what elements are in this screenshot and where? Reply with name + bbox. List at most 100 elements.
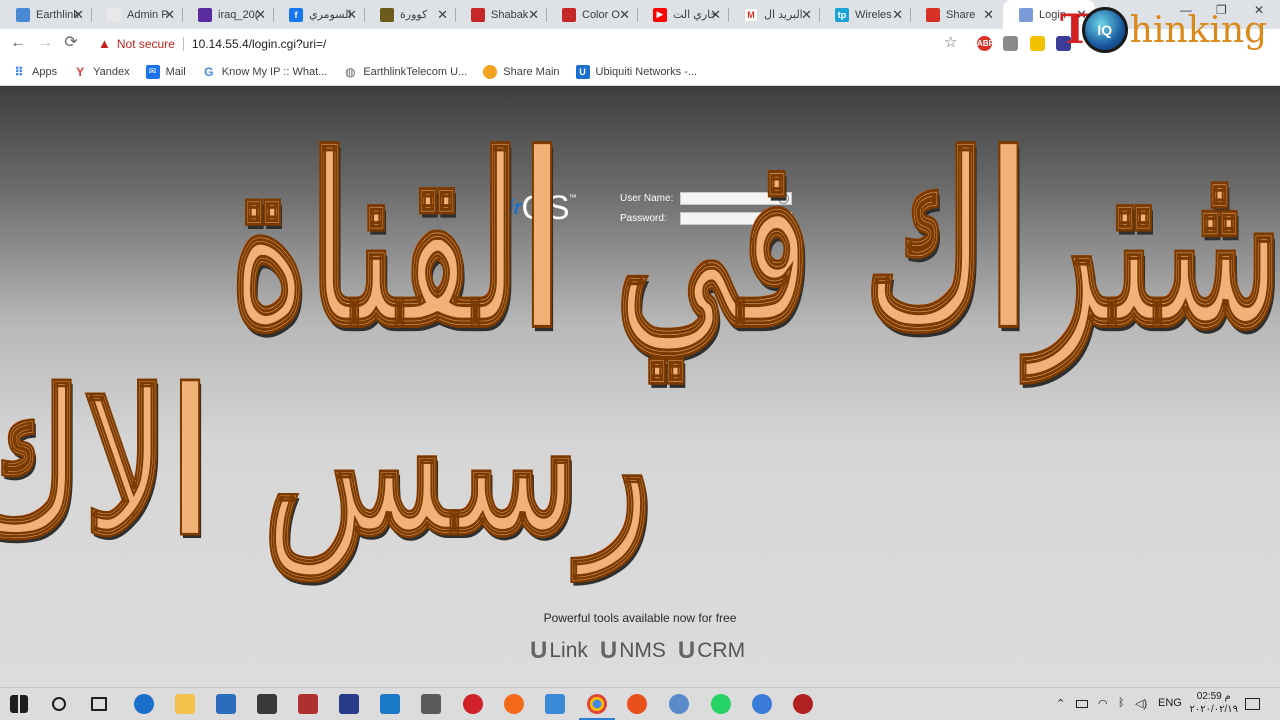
firefox-icon[interactable] <box>627 694 647 714</box>
close-icon[interactable]: ✕ <box>73 7 84 23</box>
firefox-icon[interactable] <box>504 694 524 714</box>
bookmark-label: Yandex <box>93 65 130 78</box>
kooora-icon <box>380 7 394 22</box>
password-label: Password: <box>620 213 667 224</box>
bookmark-earthlink[interactable]: ◍ EarthlinkTelecom U... <box>343 65 467 79</box>
earthlink-icon <box>16 7 30 22</box>
bookmark-mail[interactable]: ✉ Mail <box>145 64 186 79</box>
close-icon[interactable]: ✕ <box>164 7 175 23</box>
bookmark-share-main[interactable]: Share Main <box>483 64 560 79</box>
close-icon[interactable]: ✕ <box>255 7 266 23</box>
password-input[interactable] <box>680 212 792 225</box>
app-icon[interactable] <box>793 694 813 714</box>
username-input[interactable] <box>680 192 792 205</box>
forward-icon[interactable]: → <box>35 33 55 53</box>
bookmark-label: Share Main <box>503 65 560 78</box>
bluetooth-icon[interactable]: ᛒ <box>1118 697 1125 709</box>
calculator-icon[interactable] <box>421 694 441 714</box>
bookmark-ubiquiti[interactable]: U Ubiquiti Networks -... <box>575 64 697 79</box>
app-icon[interactable] <box>752 694 772 714</box>
bookmark-yandex[interactable]: Y Yandex <box>73 65 130 79</box>
close-icon[interactable]: ✕ <box>528 7 539 23</box>
mail-icon <box>198 7 212 22</box>
bookmark-label: Know My IP :: What... <box>221 65 328 78</box>
search-icon[interactable] <box>52 697 66 711</box>
clock[interactable]: 02:59 م ٢٠٢٠/٠٢/١٩ <box>1189 690 1238 716</box>
channel-watermark: T IQ hinking <box>1060 2 1280 58</box>
adblock-icon[interactable]: ABP <box>977 36 994 51</box>
close-icon[interactable]: ✕ <box>801 7 812 23</box>
language-indicator[interactable]: ENG <box>1158 697 1182 709</box>
unms-link[interactable]: U Link <box>530 637 588 665</box>
app-icon[interactable] <box>380 694 400 714</box>
tab-admin[interactable]: Admin P ✕ <box>91 0 183 29</box>
app-icon[interactable] <box>298 694 318 714</box>
mail-icon: ✉ <box>145 64 160 79</box>
notifications-icon[interactable] <box>1245 698 1260 710</box>
whatsapp-icon[interactable] <box>711 694 731 714</box>
extension-icon[interactable] <box>1030 36 1045 51</box>
close-icon[interactable]: ✕ <box>892 7 903 23</box>
omnibox-divider <box>182 36 184 51</box>
close-icon[interactable]: ✕ <box>619 7 630 23</box>
bookmark-star-icon[interactable]: ☆ <box>944 33 957 51</box>
address-bar[interactable]: ▲ Not secure 10.14.55.4/login.cgi?uri=/ <box>90 32 970 55</box>
yandex-icon: Y <box>76 64 85 79</box>
tray-chevron-icon[interactable]: ⌃ <box>1056 697 1065 710</box>
task-view-icon[interactable] <box>91 697 107 711</box>
opera-icon[interactable] <box>463 694 483 714</box>
chrome-icon[interactable] <box>579 694 615 720</box>
tab-facebook[interactable]: f السومري ✕ <box>273 0 365 29</box>
extension-icon[interactable] <box>1003 36 1018 51</box>
nms-link[interactable]: U NMS <box>600 637 666 665</box>
file-explorer-icon[interactable] <box>175 694 195 714</box>
edge-icon[interactable] <box>134 694 154 714</box>
bookmarks-bar: ⠿ Apps Y Yandex ✉ Mail G Know My IP :: W… <box>0 58 1280 86</box>
tab-iraq[interactable]: iraq_20( ✕ <box>182 0 274 29</box>
airos-logo-prefix: air <box>497 197 522 219</box>
clock-date: ٢٠٢٠/٠٢/١٩ <box>1189 704 1238 715</box>
url-text[interactable]: 10.14.55.4/login.cgi?uri=/ <box>192 37 326 51</box>
windows-start-icon[interactable] <box>10 695 28 713</box>
tab-youtube[interactable]: ▶ جاري الت ✕ <box>637 0 729 29</box>
close-icon[interactable]: ✕ <box>710 7 721 23</box>
back-icon[interactable]: ← <box>8 33 28 53</box>
youtube-icon: ▶ <box>653 7 667 22</box>
security-label[interactable]: Not secure <box>117 37 175 51</box>
tab-kooora[interactable]: كوورة ✕ <box>364 0 456 29</box>
app-icon[interactable] <box>257 694 277 714</box>
shabak-icon <box>471 7 485 22</box>
close-icon[interactable]: ✕ <box>437 7 448 23</box>
facebook-icon: f <box>289 7 303 22</box>
store-icon[interactable] <box>216 694 236 714</box>
ubiquiti-icon: U <box>575 64 590 79</box>
tool-label: Link <box>549 639 588 662</box>
close-icon[interactable]: ✕ <box>346 7 357 23</box>
battery-icon[interactable] <box>1076 700 1088 708</box>
tab-shabak[interactable]: Shabak ✕ <box>455 0 547 29</box>
wifi-icon[interactable]: ◠ <box>1098 697 1108 710</box>
warning-icon[interactable]: ▲ <box>98 36 111 51</box>
login-button[interactable]: Login <box>761 258 792 272</box>
app-icon[interactable] <box>339 694 359 714</box>
bookmark-know-my-ip[interactable]: G Know My IP :: What... <box>202 65 328 79</box>
tool-label: NMS <box>619 639 666 662</box>
bookmark-apps[interactable]: ⠿ Apps <box>12 65 57 79</box>
clock-time: 02:59 م <box>1196 691 1231 702</box>
reload-icon[interactable]: ⟳ <box>61 33 81 53</box>
volume-icon[interactable]: ◁) <box>1135 697 1147 710</box>
arabic-overlay-line2: رسس الاك <box>0 349 653 578</box>
tool-label: CRM <box>697 639 746 662</box>
tab-earthlink[interactable]: Earthlink ✕ <box>0 0 92 29</box>
close-icon[interactable]: ✕ <box>983 7 994 23</box>
tab-color[interactable]: Color O ✕ <box>546 0 638 29</box>
app-icon[interactable] <box>669 694 689 714</box>
autofill-icon[interactable] <box>778 213 789 224</box>
tab-wireless[interactable]: tp Wireles ✕ <box>819 0 911 29</box>
app-icon[interactable] <box>545 694 565 714</box>
tab-share[interactable]: Share ✕ <box>910 0 1002 29</box>
autofill-icon[interactable] <box>778 193 789 204</box>
tools-caption: Powerful tools available now for free <box>543 611 737 625</box>
tab-gmail[interactable]: M البريد ال ✕ <box>728 0 820 29</box>
crm-link[interactable]: U CRM <box>678 637 745 665</box>
